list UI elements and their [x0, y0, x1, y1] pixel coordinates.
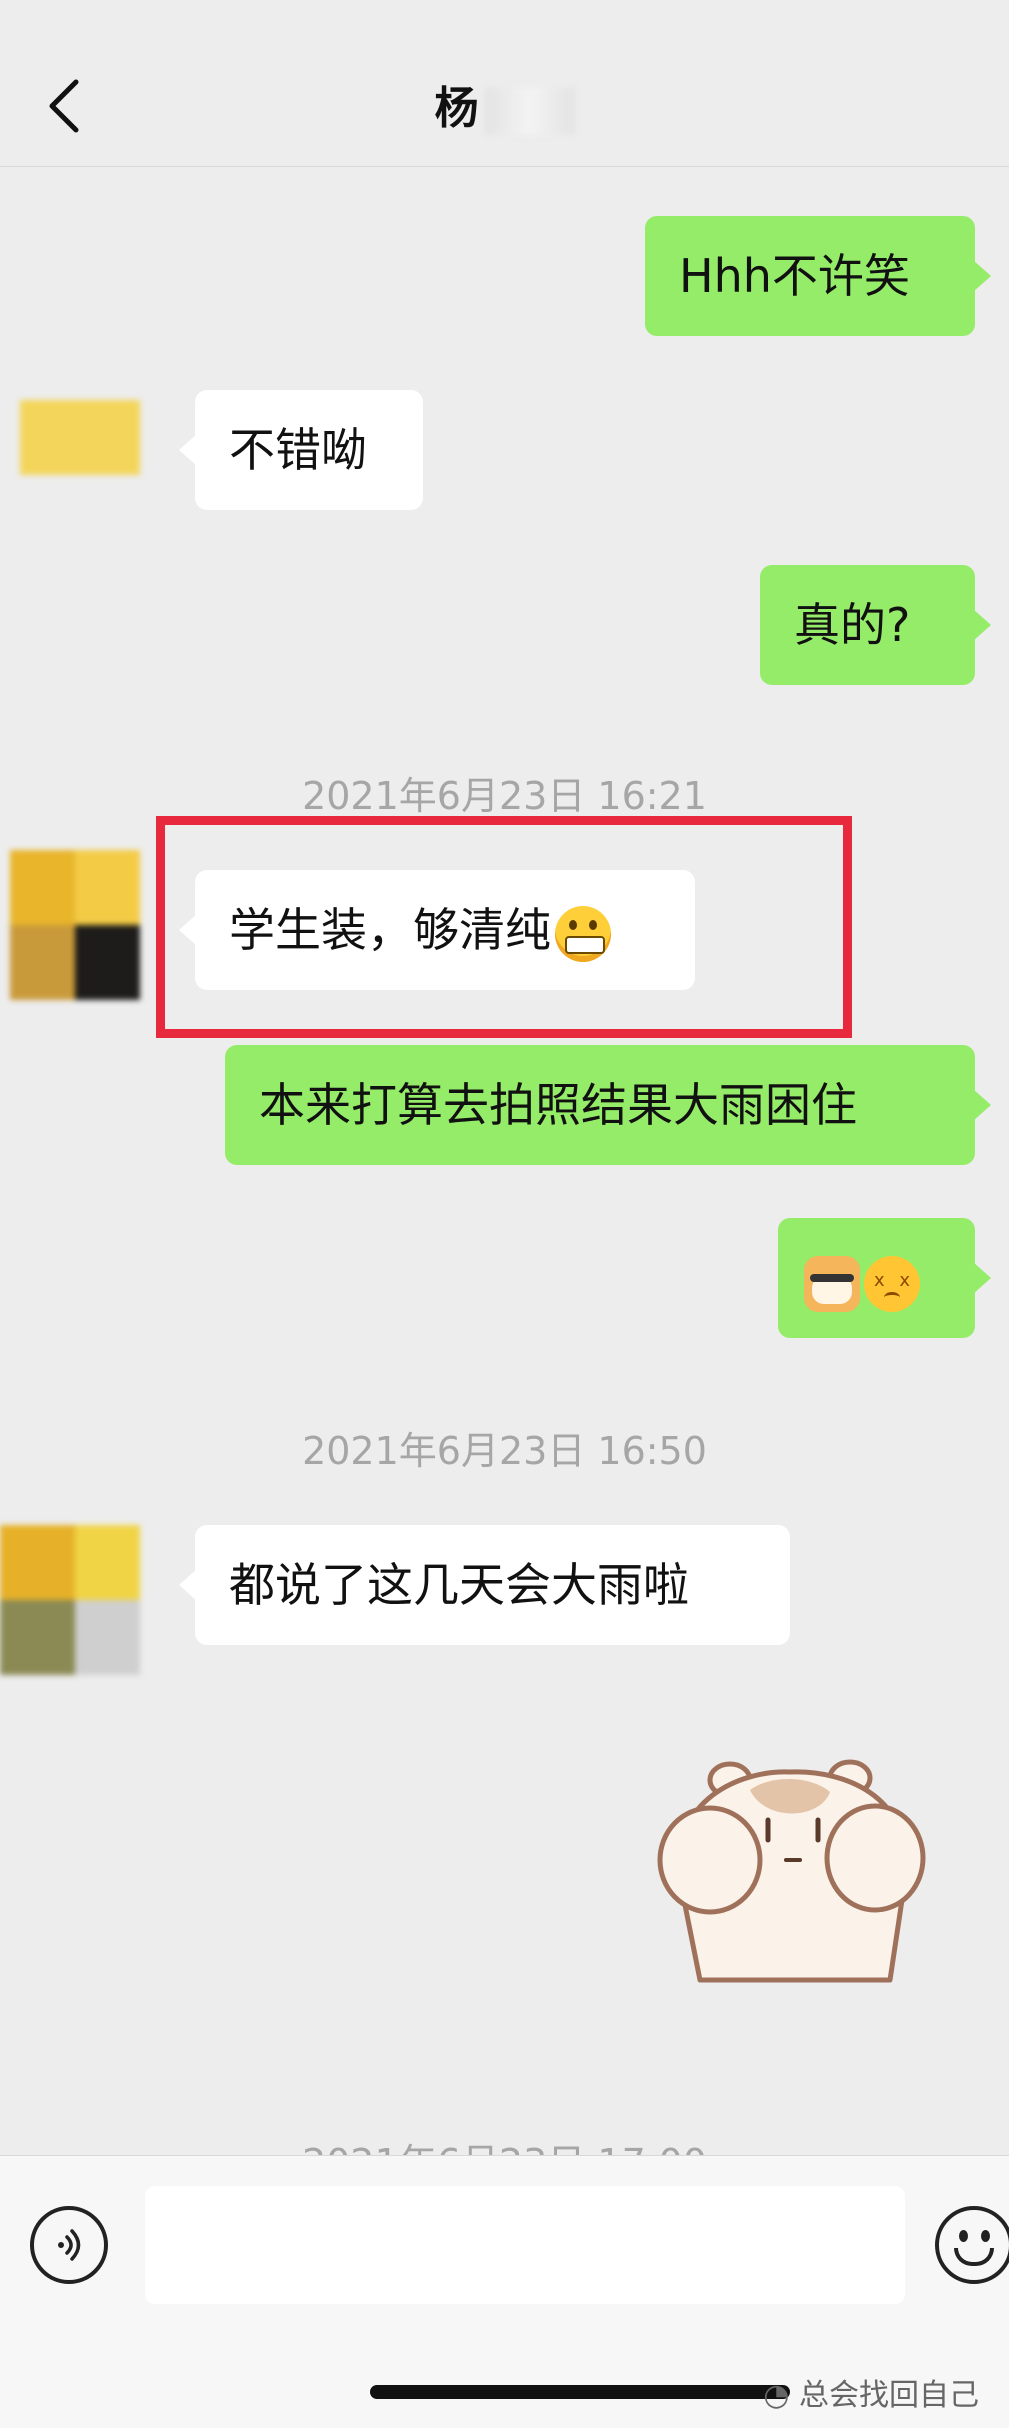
- message-text: 学生装，够清纯: [229, 903, 551, 957]
- chat-title: 杨: [0, 72, 1009, 136]
- blurred-name: [484, 87, 575, 135]
- hamster-sticker[interactable]: [640, 1740, 940, 2000]
- timestamp: 2021年6月23日 16:21: [302, 774, 707, 818]
- message-bubble-received[interactable]: 学生装，够清纯: [179, 870, 695, 990]
- message-text: 不错呦: [229, 423, 367, 477]
- message-bubble-sent[interactable]: xx: [778, 1218, 991, 1338]
- grinning-face-icon: [555, 905, 611, 962]
- message-bubble-sent[interactable]: Hhh不许笑: [645, 216, 991, 336]
- voice-icon: [58, 2229, 81, 2261]
- message-text: 都说了这几天会大雨啦: [229, 1558, 689, 1612]
- avatar[interactable]: [0, 390, 140, 510]
- message-bubble-sent[interactable]: 本来打算去拍照结果大雨困住: [225, 1045, 991, 1165]
- voice-button[interactable]: [30, 2206, 108, 2284]
- message-bubble-received[interactable]: 都说了这几天会大雨啦: [179, 1525, 790, 1645]
- wechat-icon: ◔: [763, 2378, 790, 2413]
- home-indicator[interactable]: [370, 2385, 790, 2399]
- watermark-text: 总会找回自己: [799, 2378, 979, 2413]
- message-text: 本来打算去拍照结果大雨困住: [259, 1078, 857, 1132]
- emoji-button[interactable]: [935, 2206, 1009, 2284]
- contact-name: 杨: [434, 83, 479, 134]
- hamster-icon: [657, 1759, 926, 1983]
- watermark: ◔ 总会找回自己: [763, 2370, 979, 2414]
- timestamp: 2021年6月23日 17:00: [0, 2135, 1009, 2155]
- message-bubble-received[interactable]: 不错呦: [179, 390, 423, 510]
- angry-face-icon: xx: [864, 1255, 920, 1312]
- message-text: 真的?: [794, 598, 911, 652]
- doge-cat-icon: [804, 1255, 860, 1312]
- message-bubble-sent[interactable]: 真的?: [760, 565, 991, 685]
- avatar[interactable]: [0, 1525, 140, 1675]
- nav-bar: 杨: [0, 0, 1009, 167]
- message-input[interactable]: [145, 2186, 905, 2304]
- timestamp: 2021年6月23日 16:50: [302, 1429, 707, 1473]
- avatar[interactable]: [0, 850, 140, 1000]
- message-text: Hhh不许笑: [679, 249, 910, 303]
